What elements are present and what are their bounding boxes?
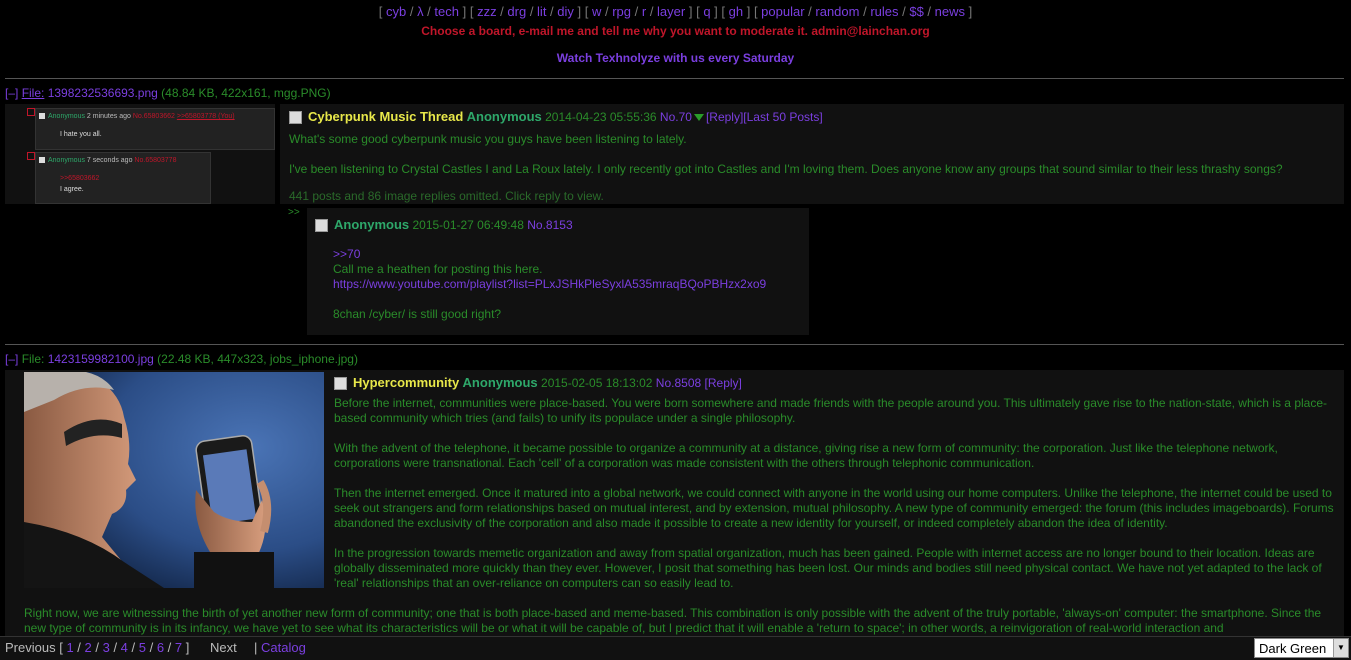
board-link-gh[interactable]: gh	[729, 4, 743, 19]
hide-thread-toggle[interactable]: [–]	[5, 352, 18, 366]
post-paragraph: Then the internet emerged. Once it matur…	[334, 486, 1334, 530]
page-link-2[interactable]: 2	[85, 640, 92, 655]
board-link-q[interactable]: q	[703, 4, 710, 19]
catalog-link[interactable]: Catalog	[261, 640, 306, 655]
board-link-w[interactable]: w	[592, 4, 601, 19]
post-date: 2015-02-05 18:13:02	[541, 376, 653, 390]
thumb-marker	[27, 108, 35, 116]
page-link-7[interactable]: 7	[175, 640, 182, 655]
file-name-link[interactable]: 1398232536693.png	[48, 86, 158, 100]
youtube-link[interactable]: https://www.youtube.com/playlist?list=PL…	[333, 277, 766, 291]
post-select-checkbox[interactable]	[334, 377, 347, 391]
page-link-5[interactable]: 5	[139, 640, 146, 655]
post-select-checkbox[interactable]	[315, 219, 328, 233]
poster-name: Anonymous	[334, 217, 410, 232]
post-select-checkbox[interactable]	[289, 111, 302, 125]
reply-text: Call me a heathen for posting this here.	[333, 262, 543, 276]
pin-icon	[693, 114, 704, 122]
board-link-tech[interactable]: tech	[434, 4, 459, 19]
thread1-op-post: Cyberpunk Music Thread Anonymous 2014-04…	[280, 104, 1344, 204]
post-number-link[interactable]: No.70	[660, 110, 692, 124]
thumb-marker	[27, 152, 35, 160]
post-subject: Hypercommunity	[353, 375, 460, 390]
board-link-diy[interactable]: diy	[557, 4, 574, 19]
board-link-news[interactable]: news	[935, 4, 965, 19]
thread2-header: Hypercommunity Anonymous 2015-02-05 18:1…	[334, 375, 742, 391]
thumb-post-1: Anonymous 2 minutes ago No.65803662 >>65…	[35, 108, 275, 150]
post-date: 2014-04-23 05:55:36	[545, 110, 657, 124]
poster-name: Anonymous	[462, 375, 538, 390]
post-subject: Cyberpunk Music Thread	[308, 109, 464, 124]
board-link-popular[interactable]: popular	[761, 4, 804, 19]
page-link-3[interactable]: 3	[103, 640, 110, 655]
post-paragraph: Before the internet, communities were pl…	[334, 396, 1327, 425]
page-link-1[interactable]: 1	[66, 640, 73, 655]
style-select-value: Dark Green	[1259, 641, 1327, 656]
chevron-down-icon: ▼	[1333, 639, 1348, 657]
catalog-section: | Catalog	[254, 640, 306, 655]
previous-button[interactable]: Previous	[5, 640, 56, 655]
pagination: Previous [ 1 / 2 / 3 / 4 / 5 / 6 / 7 ]	[5, 640, 189, 655]
file-label: File:	[21, 352, 45, 366]
post-paragraph: With the advent of the telephone, it bec…	[334, 441, 1278, 470]
pagination-bar: Previous [ 1 / 2 / 3 / 4 / 5 / 6 / 7 ] N…	[0, 636, 1351, 660]
page-list: [ 1 / 2 / 3 / 4 / 5 / 6 / 7 ]	[59, 640, 190, 655]
announcement-texhnolyze[interactable]: Watch Texhnolyze with us every Saturday	[0, 51, 1351, 65]
next-button[interactable]: Next	[210, 640, 237, 655]
post-number-link[interactable]: No.8153	[527, 218, 572, 232]
jobs-iphone-photo	[24, 372, 324, 588]
file-label-link[interactable]: File:	[22, 86, 45, 100]
post-date: 2015-01-27 06:49:48	[412, 218, 524, 232]
board-link-$$[interactable]: $$	[909, 4, 923, 19]
board-link-cyb[interactable]: cyb	[386, 4, 406, 19]
board-link-drg[interactable]: drg	[507, 4, 526, 19]
board-link-layer[interactable]: layer	[657, 4, 685, 19]
omitted-notice: 441 posts and 86 image replies omitted. …	[289, 189, 604, 203]
last-50-posts-link[interactable]: [Last 50 Posts]	[743, 110, 822, 124]
hide-thread-toggle[interactable]: [–]	[5, 86, 18, 100]
reply-text: 8chan /cyber/ is still good right?	[333, 307, 502, 321]
reply-link[interactable]: [Reply]	[706, 110, 743, 124]
board-link-zzz[interactable]: zzz	[477, 4, 497, 19]
post-number-link[interactable]: No.8508	[656, 376, 701, 390]
board-navigation: [ cyb / λ / tech ] [ zzz / drg / lit / d…	[378, 4, 973, 19]
reply-link[interactable]: [Reply]	[705, 376, 742, 390]
divider	[5, 344, 1344, 345]
reply-post-8153: Anonymous 2015-01-27 06:49:48 No.8153 >>…	[307, 208, 809, 335]
file-details: (22.48 KB, 447x323, jobs_iphone.jpg)	[157, 352, 358, 366]
post-body-line: I've been listening to Crystal Castles I…	[289, 162, 1283, 176]
board-link-rules[interactable]: rules	[870, 4, 898, 19]
post-paragraph: Right now, we are witnessing the birth o…	[24, 606, 1322, 635]
thread1-thumbnail[interactable]: Anonymous 2 minutes ago No.65803662 >>65…	[5, 104, 275, 204]
post-body-line: What's some good cyberpunk music you guy…	[289, 132, 687, 146]
thumb-post-2: Anonymous 7 seconds ago No.65803778 >>65…	[35, 152, 211, 204]
divider	[5, 78, 1344, 79]
board-link-random[interactable]: random	[815, 4, 859, 19]
board-link-rpg[interactable]: rpg	[612, 4, 631, 19]
quote-link[interactable]: >>70	[333, 247, 360, 261]
page-link-6[interactable]: 6	[157, 640, 164, 655]
thread1-file-info: [–] File: 1398232536693.png (48.84 KB, 4…	[5, 86, 331, 100]
poster-name: Anonymous	[466, 109, 542, 124]
file-details: (48.84 KB, 422x161, mgg.PNG)	[161, 86, 331, 100]
thread2-image[interactable]	[24, 372, 324, 588]
page-link-4[interactable]: 4	[121, 640, 128, 655]
announcement-moderators: Choose a board, e-mail me and tell me wh…	[421, 24, 930, 38]
file-name-link[interactable]: 1423159982100.jpg	[48, 352, 154, 366]
thread2-file-info: [–] File: 1423159982100.jpg (22.48 KB, 4…	[5, 352, 358, 366]
style-select[interactable]: Dark Green ▼	[1254, 638, 1349, 658]
reply-arrows: >>	[288, 207, 300, 218]
post-paragraph: In the progression towards memetic organ…	[334, 546, 1322, 590]
